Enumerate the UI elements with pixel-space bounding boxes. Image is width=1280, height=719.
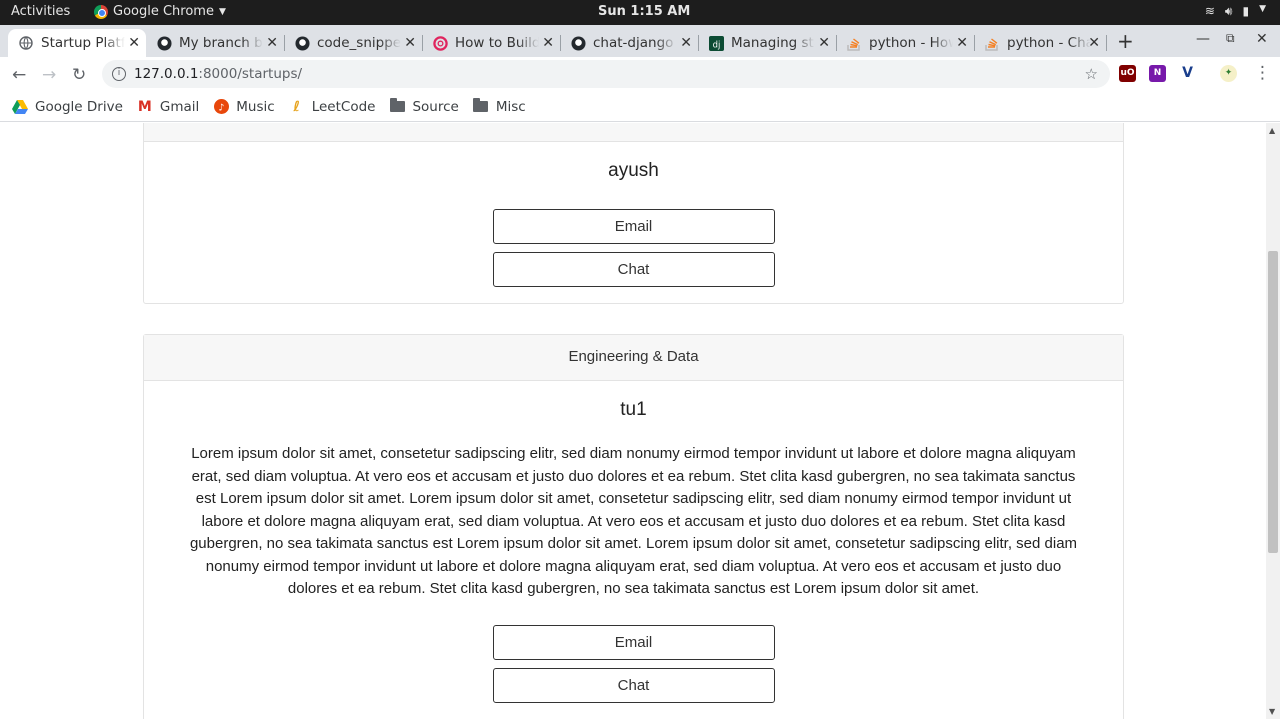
tab-strip: Startup Platform ✕ My branch by ✕ code_s… <box>0 25 1280 57</box>
stackoverflow-icon <box>984 35 1000 51</box>
volume-icon: 🔊︎ <box>1224 4 1233 18</box>
clock[interactable]: Sun 1:15 AM <box>598 4 690 19</box>
tab-python-chat[interactable]: python - Chat ✕ <box>974 29 1106 57</box>
close-icon[interactable]: ✕ <box>128 35 140 51</box>
close-icon[interactable]: ✕ <box>1088 35 1100 51</box>
tab-my-branch[interactable]: My branch by ✕ <box>146 29 284 57</box>
startup-card: Engineering & Data tu1 Lorem ipsum dolor… <box>143 334 1124 719</box>
tab-label: code_snippets <box>317 35 401 51</box>
activities-button[interactable]: Activities <box>11 4 70 19</box>
page-scrollbar[interactable]: ▲ ▼ <box>1266 123 1280 719</box>
close-icon[interactable]: ✕ <box>818 35 830 51</box>
url-path: :8000/startups/ <box>198 66 303 82</box>
window-close-icon[interactable]: ✕ <box>1256 31 1268 47</box>
bookmark-folder-misc[interactable]: Misc <box>473 98 526 115</box>
close-icon[interactable]: ✕ <box>266 35 278 51</box>
google-drive-icon <box>12 99 28 115</box>
tab-label: My branch by <box>179 35 263 51</box>
scroll-up-arrow-icon[interactable]: ▲ <box>1269 126 1275 135</box>
forward-icon[interactable]: → <box>42 65 56 85</box>
bookmark-google-drive[interactable]: Google Drive <box>12 99 123 115</box>
tab-startup-platform[interactable]: Startup Platform ✕ <box>8 29 146 57</box>
chrome-icon <box>94 4 108 19</box>
tab-label: Startup Platform <box>41 35 125 51</box>
caret-down-icon: ▼ <box>1259 4 1266 14</box>
chat-button[interactable]: Chat <box>492 252 775 287</box>
bookmarks-bar: Google Drive M Gmail ♪ Music ℓ LeetCode … <box>0 92 1280 122</box>
bookmark-gmail[interactable]: M Gmail <box>137 99 199 115</box>
ublock-icon[interactable]: uO <box>1119 65 1136 82</box>
email-button[interactable]: Email <box>492 209 775 244</box>
gmail-icon: M <box>137 98 152 115</box>
close-icon[interactable]: ✕ <box>404 35 416 51</box>
scrollbar-thumb[interactable] <box>1268 251 1278 553</box>
reload-icon[interactable]: ↻ <box>72 65 86 85</box>
tab-label: Managing static <box>731 35 815 51</box>
caret-down-icon: ▼ <box>218 6 226 17</box>
browser-toolbar: ← → ↻ i 127.0.0.1:8000/startups/ ☆ uO N … <box>0 57 1280 92</box>
tab-label: How to Build <box>455 35 539 51</box>
close-icon[interactable]: ✕ <box>542 35 554 51</box>
card-header: Engineering & Data <box>144 123 1123 142</box>
tab-label: chat-django <box>593 35 674 51</box>
tab-python-how[interactable]: python - How ✕ <box>836 29 974 57</box>
tab-managing-static[interactable]: dj Managing static ✕ <box>698 29 836 57</box>
scroll-down-arrow-icon[interactable]: ▼ <box>1269 707 1275 716</box>
address-bar[interactable]: i 127.0.0.1:8000/startups/ ☆ <box>102 60 1110 88</box>
card-body: ayush Email Chat <box>144 160 1123 287</box>
github-icon <box>156 35 172 51</box>
more-menu-icon[interactable]: ⋮ <box>1254 63 1271 83</box>
card-title: ayush <box>608 160 659 181</box>
bookmark-folder-source[interactable]: Source <box>389 98 459 115</box>
tab-label: python - How <box>869 35 953 51</box>
tab-label: python - Chat <box>1007 35 1091 51</box>
chat-button[interactable]: Chat <box>492 667 775 703</box>
github-icon <box>570 35 586 51</box>
bookmark-star-icon[interactable]: ☆ <box>1085 65 1098 83</box>
folder-icon <box>473 98 489 115</box>
tab-how-to-build[interactable]: How to Build ✕ <box>422 29 560 57</box>
battery-icon: ▮ <box>1242 4 1250 18</box>
close-icon[interactable]: ✕ <box>680 35 692 51</box>
music-icon: ♪ <box>213 99 229 115</box>
svg-text:dj: dj <box>712 39 720 49</box>
card-description: Lorem ipsum dolor sit amet, consetetur s… <box>189 445 1078 597</box>
restore-icon[interactable]: ⧉ <box>1226 31 1235 46</box>
github-icon <box>294 35 310 51</box>
leetcode-icon: ℓ <box>293 98 300 115</box>
folder-icon <box>389 98 405 115</box>
lifebuoy-icon <box>432 35 448 51</box>
profile-avatar[interactable]: ✦ <box>1220 65 1237 82</box>
system-top-bar: Activities Google Chrome ▼ Sun 1:15 AM ≋… <box>0 0 1280 25</box>
globe-icon <box>18 35 34 51</box>
vimium-icon[interactable]: V <box>1179 65 1196 82</box>
bookmark-leetcode[interactable]: ℓ LeetCode <box>289 98 375 115</box>
tab-chat-django[interactable]: chat-django ✕ <box>560 29 698 57</box>
startup-card: Engineering & Data ayush Email Chat <box>143 123 1124 304</box>
stackoverflow-icon <box>846 35 862 51</box>
close-icon[interactable]: ✕ <box>956 35 968 51</box>
svg-text:♪: ♪ <box>218 102 224 113</box>
onenote-icon[interactable]: N <box>1149 65 1166 82</box>
wifi-icon: ≋ <box>1204 4 1215 18</box>
back-icon[interactable]: ← <box>12 65 26 85</box>
card-header: Engineering & Data <box>144 335 1123 381</box>
django-icon: dj <box>708 35 724 51</box>
minimize-icon[interactable]: — <box>1196 31 1210 47</box>
email-button[interactable]: Email <box>492 624 775 660</box>
system-tray[interactable]: ≋ 🔊︎ ▮ ▼ <box>1205 4 1266 19</box>
info-icon[interactable]: i <box>112 67 126 81</box>
card-body: tu1 Lorem ipsum dolor sit amet, consetet… <box>144 399 1123 703</box>
new-tab-button[interactable]: + <box>1117 29 1134 53</box>
page-viewport: Engineering & Data ayush Email Chat Engi… <box>0 123 1266 719</box>
app-name: Google Chrome <box>113 4 214 19</box>
url-host: 127.0.0.1 <box>134 66 199 82</box>
app-menu[interactable]: Google Chrome ▼ <box>94 4 226 19</box>
bookmark-music[interactable]: ♪ Music <box>213 99 275 115</box>
tab-code-snippets[interactable]: code_snippets ✕ <box>284 29 422 57</box>
card-title: tu1 <box>620 399 647 420</box>
